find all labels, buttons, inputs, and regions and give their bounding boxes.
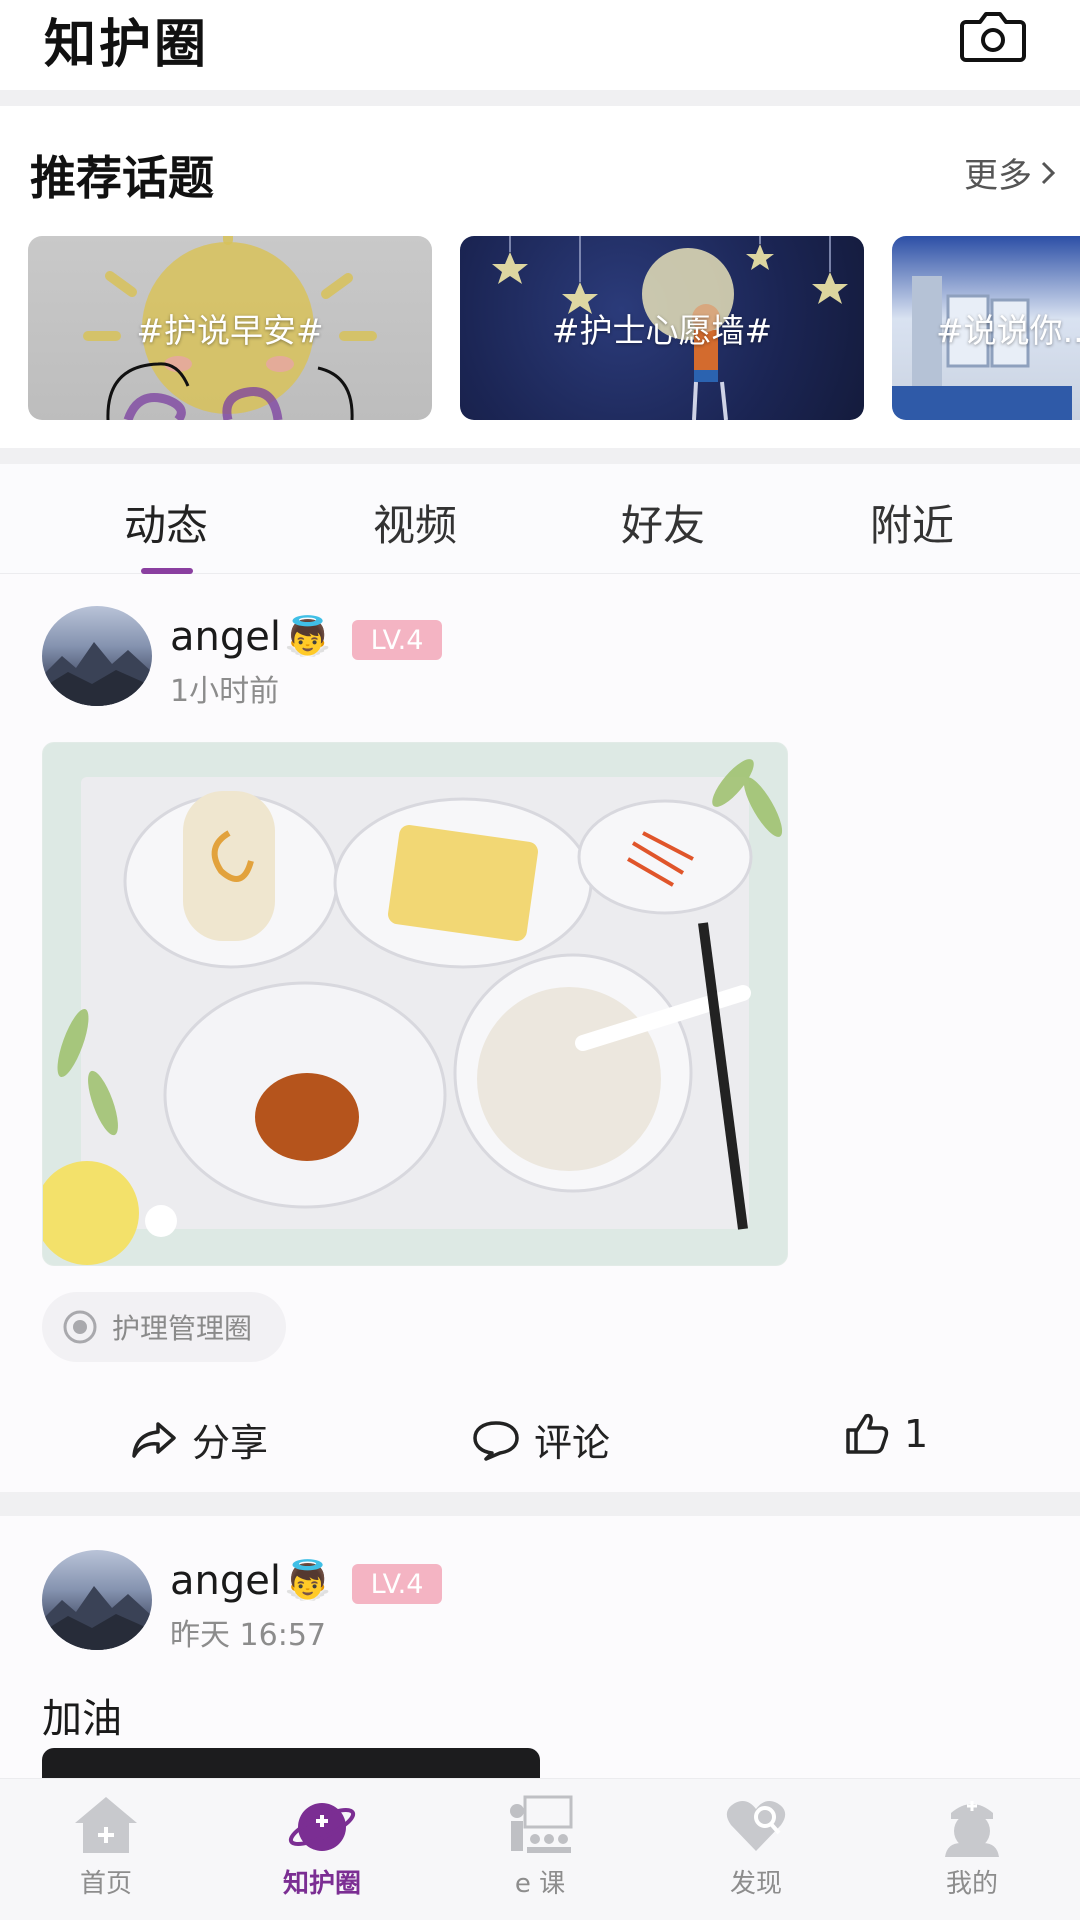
nav-label: e 课: [514, 1869, 566, 1899]
post-image[interactable]: [42, 742, 788, 1266]
circle-tag[interactable]: 护理管理圈: [42, 1292, 287, 1362]
like-button[interactable]: 1: [844, 1412, 928, 1456]
nav-label: 首页: [79, 1869, 132, 1899]
tab-nearby[interactable]: 附近: [812, 492, 1012, 553]
post-actions: 分享 评论 1: [0, 1392, 1080, 1482]
circle-name: 护理管理圈: [112, 1312, 253, 1345]
level-badge: LV.4: [352, 1564, 442, 1604]
post-card: angel 👼 LV.4 昨天 16:57 加油: [0, 1516, 1080, 1778]
comment-icon: [473, 1420, 519, 1461]
comment-label: 评论: [534, 1421, 611, 1465]
bottom-nav: 首页 知护圈 e 课 发现 我的: [0, 1778, 1080, 1920]
circle-target-icon: [63, 1310, 97, 1344]
heart-search-icon: [726, 1801, 786, 1851]
nav-label: 发现: [729, 1869, 782, 1899]
topic-card-good-morning[interactable]: #护说早安#: [28, 236, 432, 420]
nav-discover[interactable]: 发现: [676, 1793, 836, 1900]
section-title: 推荐话题: [30, 151, 214, 205]
more-label: 更多: [964, 156, 1032, 196]
home-icon: [75, 1797, 137, 1853]
share-label: 分享: [192, 1421, 269, 1465]
post-card: angel 👼 LV.4 1小时前 护理管理圈 分享 评论 1: [0, 574, 1080, 1492]
feed[interactable]: angel 👼 LV.4 1小时前 护理管理圈 分享 评论 1 angel 👼 …: [0, 574, 1080, 1778]
share-icon: [132, 1421, 176, 1458]
feed-tabs: 动态 视频 好友 附近: [0, 464, 1080, 574]
topic-label: #护说早安#: [136, 311, 324, 350]
divider: [0, 1492, 1080, 1516]
avatar[interactable]: [42, 1550, 152, 1650]
app-header: 知护圈: [0, 0, 1080, 90]
post-text: 加油: [42, 1696, 122, 1742]
post-time: 昨天 16:57: [170, 1618, 326, 1653]
like-count: 1: [904, 1412, 929, 1456]
more-topics-link[interactable]: 更多: [964, 148, 1056, 197]
page-title: 知护圈: [44, 15, 210, 75]
nav-mine[interactable]: 我的: [892, 1793, 1052, 1900]
tab-video[interactable]: 视频: [315, 492, 515, 553]
post-time: 1小时前: [170, 674, 280, 709]
nav-circle[interactable]: 知护圈: [242, 1793, 402, 1900]
tab-dynamics[interactable]: 动态: [66, 492, 266, 553]
nav-ecourse[interactable]: e 课: [460, 1793, 620, 1900]
topic-card-say[interactable]: #说说你...: [892, 236, 1080, 420]
topic-label: #说说你...: [936, 311, 1080, 350]
level-badge: LV.4: [352, 620, 442, 660]
chevron-right-icon: [1041, 161, 1056, 184]
angel-badge: 👼: [284, 1558, 332, 1602]
share-button[interactable]: 分享: [130, 1412, 268, 1467]
divider: [0, 90, 1080, 106]
recommended-topics: 推荐话题 更多 #护说早安# #护士心愿墙# #说说你...: [0, 106, 1080, 448]
mountain-image: [42, 642, 152, 706]
username[interactable]: angel: [170, 1558, 281, 1604]
angel-badge: 👼: [284, 614, 332, 658]
comment-button[interactable]: 评论: [472, 1412, 610, 1467]
thumbs-up-icon: [846, 1413, 889, 1454]
post-image[interactable]: [42, 1748, 540, 1778]
mountain-image: [42, 1586, 152, 1650]
username[interactable]: angel: [170, 614, 281, 660]
nav-label: 知护圈: [282, 1869, 361, 1899]
camera-icon[interactable]: [960, 8, 1026, 64]
topic-label: #护士心愿墙#: [551, 311, 773, 350]
planet-icon: [288, 1803, 356, 1851]
avatar[interactable]: [42, 606, 152, 706]
nurse-icon: [945, 1801, 999, 1857]
divider: [0, 448, 1080, 464]
breakfast-illustration: [43, 759, 783, 1265]
nav-home[interactable]: 首页: [26, 1793, 186, 1900]
nav-label: 我的: [945, 1869, 998, 1899]
topic-card-wish-wall[interactable]: #护士心愿墙#: [460, 236, 864, 420]
teacher-icon: [510, 1795, 573, 1853]
tab-friends[interactable]: 好友: [563, 492, 763, 553]
